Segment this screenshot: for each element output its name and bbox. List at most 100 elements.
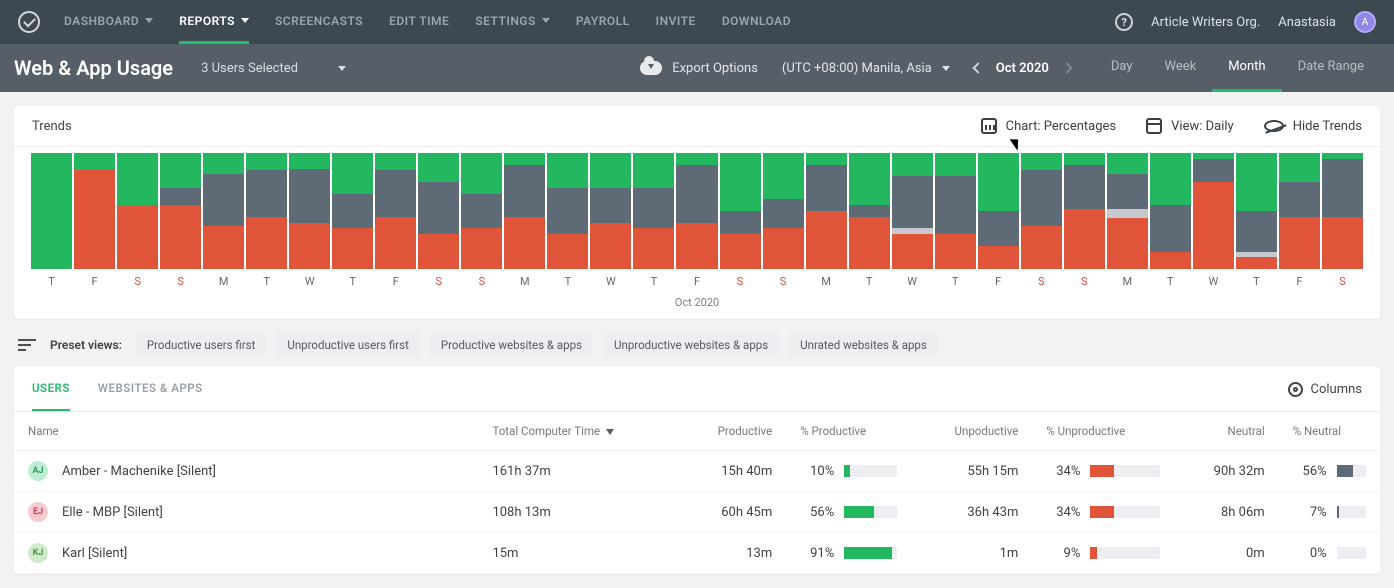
chart-bar[interactable] [245, 153, 288, 269]
x-tick: S [1020, 275, 1063, 288]
columns-button[interactable]: Columns [1288, 382, 1363, 397]
users-selector-label: 3 Users Selected [201, 61, 298, 76]
pct-neutral-cell: 0% [1279, 533, 1380, 574]
nav-invite[interactable]: INVITE [656, 0, 696, 44]
preset-chip[interactable]: Productive websites & apps [430, 333, 593, 357]
chart-bar[interactable] [977, 153, 1020, 269]
chart-bar[interactable] [589, 153, 632, 269]
chart-bar[interactable] [503, 153, 546, 269]
table-tab-websites-apps[interactable]: WEBSITES & APPS [98, 367, 203, 411]
table-tabs: USERS WEBSITES & APPS Columns [14, 367, 1380, 412]
user-name-cell: Amber - Machenike [Silent] [62, 464, 216, 479]
nav-settings[interactable]: SETTINGS [475, 0, 550, 44]
range-tab-date-range[interactable]: Date Range [1282, 44, 1380, 92]
pct-productive-cell: 91% [786, 533, 910, 574]
sort-desc-icon [606, 429, 614, 435]
chart-bar[interactable] [805, 153, 848, 269]
preset-chip[interactable]: Productive users first [136, 333, 266, 357]
th-pct-neutral[interactable]: % Neutral [1279, 412, 1380, 451]
preset-chip[interactable]: Unrated websites & apps [789, 333, 938, 357]
productive-cell: 15h 40m [677, 451, 786, 492]
hide-trends-button[interactable]: Hide Trends [1264, 119, 1362, 134]
range-tab-day[interactable]: Day [1095, 44, 1149, 92]
next-period-button[interactable] [1061, 62, 1072, 73]
chart-bar[interactable] [1235, 153, 1278, 269]
pct-unproductive-cell: 9% [1032, 533, 1174, 574]
chart-bar[interactable] [73, 153, 116, 269]
chart-mode-button[interactable]: Chart: Percentages [981, 118, 1116, 134]
th-productive[interactable]: Productive [677, 412, 786, 451]
chart-bar[interactable] [719, 153, 762, 269]
chart-bar[interactable] [417, 153, 460, 269]
chart-bar[interactable] [1063, 153, 1106, 269]
x-tick: T [245, 275, 288, 288]
pct-unproductive-cell: 34% [1032, 451, 1174, 492]
chevron-down-icon [542, 18, 550, 23]
th-name[interactable]: Name [14, 412, 478, 451]
unproductive-cell: 36h 43m [911, 492, 1033, 533]
chart-bar[interactable] [762, 153, 805, 269]
x-tick: T [546, 275, 589, 288]
nav-payroll[interactable]: PAYROLL [576, 0, 630, 44]
range-tab-week[interactable]: Week [1148, 44, 1212, 92]
chart-bar[interactable] [374, 153, 417, 269]
chart-bar[interactable] [288, 153, 331, 269]
prev-period-button[interactable] [972, 62, 983, 73]
chart-bar[interactable] [934, 153, 977, 269]
nav-reports[interactable]: REPORTS [179, 0, 249, 44]
help-icon[interactable]: ? [1115, 13, 1133, 31]
th-pct-productive[interactable]: % Productive [786, 412, 910, 451]
pct-unproductive-cell: 34% [1032, 492, 1174, 533]
chart-bar[interactable] [30, 153, 73, 269]
table-row[interactable]: EJElle - MBP [Silent]108h 13m60h 45m56%3… [14, 492, 1380, 533]
chart-bar[interactable] [632, 153, 675, 269]
th-pct-unproductive[interactable]: % Unproductive [1032, 412, 1174, 451]
chart-bar[interactable] [891, 153, 934, 269]
chart-bar[interactable] [1192, 153, 1235, 269]
export-button[interactable]: Export Options [640, 61, 758, 76]
preset-chip[interactable]: Unproductive users first [276, 333, 420, 357]
user-name[interactable]: Anastasia [1278, 15, 1336, 30]
page-title: Web & App Usage [14, 56, 173, 80]
timezone-selector[interactable]: (UTC +08:00) Manila, Asia [782, 61, 950, 76]
chart-bar[interactable] [159, 153, 202, 269]
chart-bar[interactable] [1321, 153, 1364, 269]
chart-bar[interactable] [331, 153, 374, 269]
chart-view-button[interactable]: View: Daily [1146, 118, 1234, 134]
gear-icon [1288, 382, 1303, 397]
table-row[interactable]: AJAmber - Machenike [Silent]161h 37m15h … [14, 451, 1380, 492]
preset-chip[interactable]: Unproductive websites & apps [603, 333, 779, 357]
users-selector[interactable]: 3 Users Selected [201, 61, 346, 76]
th-total[interactable]: Total Computer Time [478, 412, 676, 451]
x-tick: S [460, 275, 503, 288]
org-name[interactable]: Article Writers Org. [1151, 15, 1260, 30]
chart-bar[interactable] [1278, 153, 1321, 269]
total-time-cell: 15m [478, 533, 676, 574]
chart-bar[interactable] [1149, 153, 1192, 269]
nav-dashboard[interactable]: DASHBOARD [64, 0, 153, 44]
x-tick: T [848, 275, 891, 288]
th-neutral[interactable]: Neutral [1174, 412, 1279, 451]
avatar[interactable]: A [1354, 11, 1376, 33]
chevron-down-icon [145, 18, 153, 23]
nav-download[interactable]: DOWNLOAD [722, 0, 791, 44]
chart-bar[interactable] [202, 153, 245, 269]
chart-bar[interactable] [848, 153, 891, 269]
th-unproductive[interactable]: Unpoductive [911, 412, 1033, 451]
table-tab-users[interactable]: USERS [32, 367, 70, 411]
chart-bar[interactable] [675, 153, 718, 269]
chart-bar[interactable] [460, 153, 503, 269]
chart-bar[interactable] [1106, 153, 1149, 269]
chart-bar[interactable] [546, 153, 589, 269]
nav-screencasts[interactable]: SCREENCASTS [275, 0, 363, 44]
x-tick: T [632, 275, 675, 288]
nav-edit time[interactable]: EDIT TIME [389, 0, 449, 44]
chart-bar[interactable] [1020, 153, 1063, 269]
range-tab-month[interactable]: Month [1212, 44, 1281, 92]
x-tick: M [1106, 275, 1149, 288]
trends-title: Trends [32, 119, 72, 134]
chart-bar[interactable] [116, 153, 159, 269]
table-row[interactable]: KJKarl [Silent]15m13m91%1m9%0m0% [14, 533, 1380, 574]
x-tick: T [1149, 275, 1192, 288]
top-navbar: DASHBOARD REPORTS SCREENCASTS EDIT TIME SETT… [0, 0, 1394, 44]
